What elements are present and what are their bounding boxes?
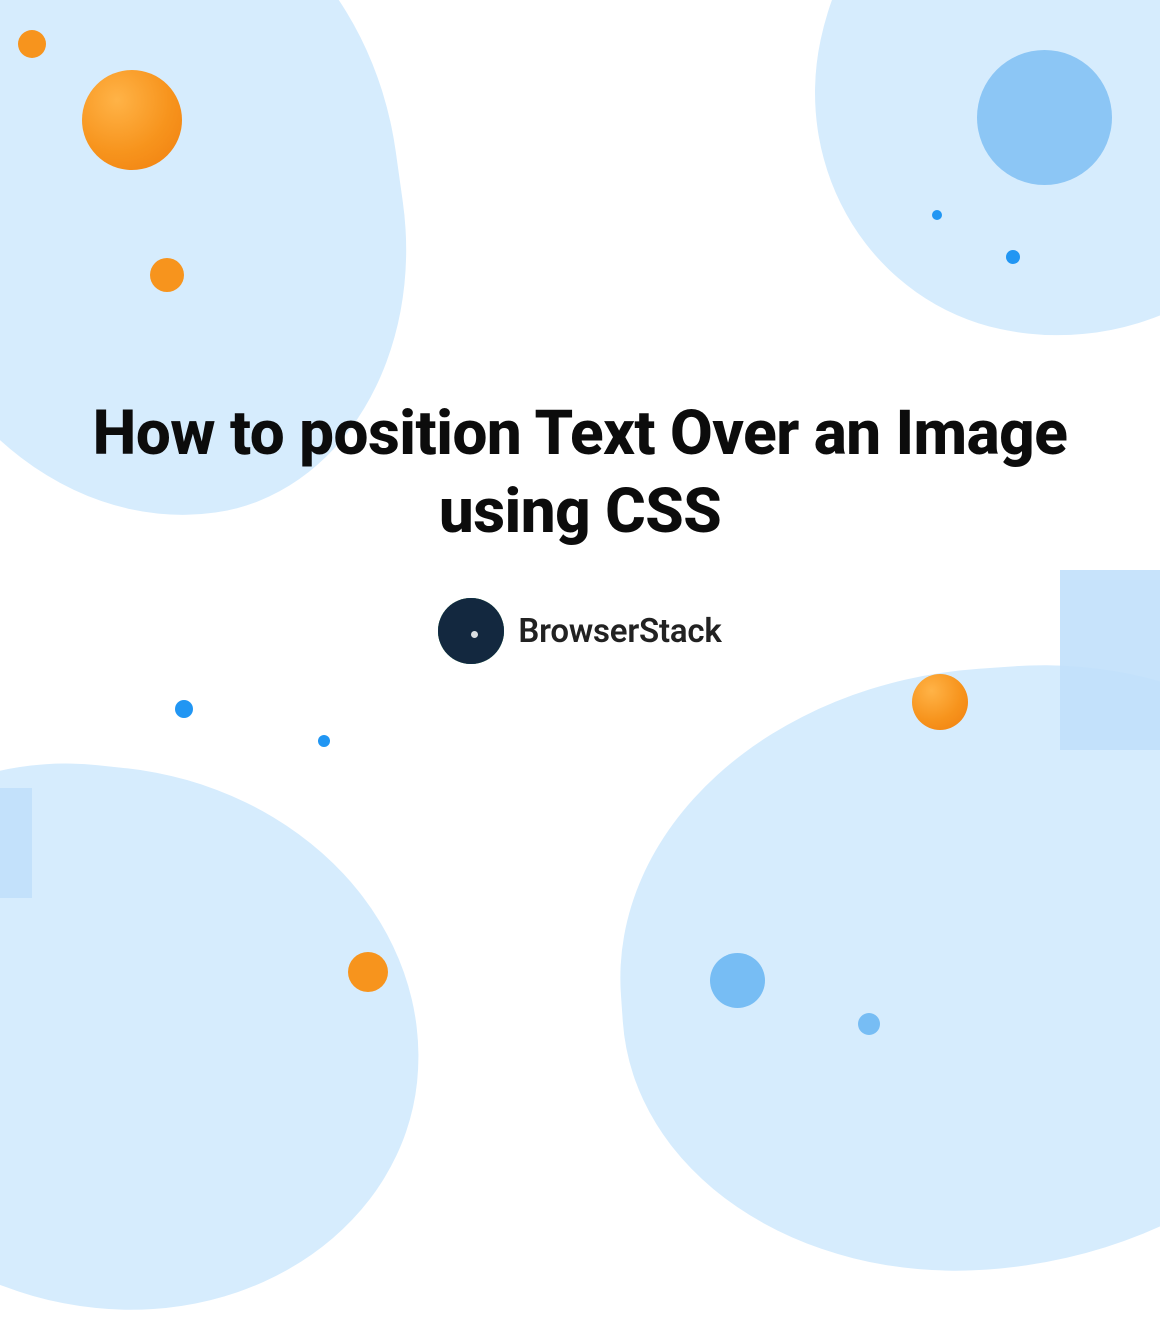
dot-icon — [175, 700, 193, 718]
circle-icon — [18, 30, 46, 58]
circle-icon — [710, 953, 765, 1008]
dot-icon — [1006, 250, 1020, 264]
circle-icon — [348, 952, 388, 992]
hero-content: How to position Text Over an Image using… — [0, 395, 1160, 664]
brand-name: BrowserStack — [518, 612, 721, 651]
dot-icon — [318, 735, 330, 747]
circle-icon — [977, 50, 1112, 185]
circle-icon — [912, 674, 968, 730]
bg-blob-top-right — [770, 0, 1160, 388]
circle-icon — [858, 1013, 880, 1035]
decor-rect-bottom-left — [0, 788, 32, 898]
brand-logo: BrowserStack — [0, 598, 1160, 664]
circle-icon — [150, 258, 184, 292]
page-title: How to position Text Over an Image using… — [0, 395, 1160, 550]
circle-icon — [82, 70, 182, 170]
bg-blob-bottom-left — [0, 737, 447, 1339]
dot-icon — [932, 210, 942, 220]
browserstack-logo-icon — [438, 598, 504, 664]
